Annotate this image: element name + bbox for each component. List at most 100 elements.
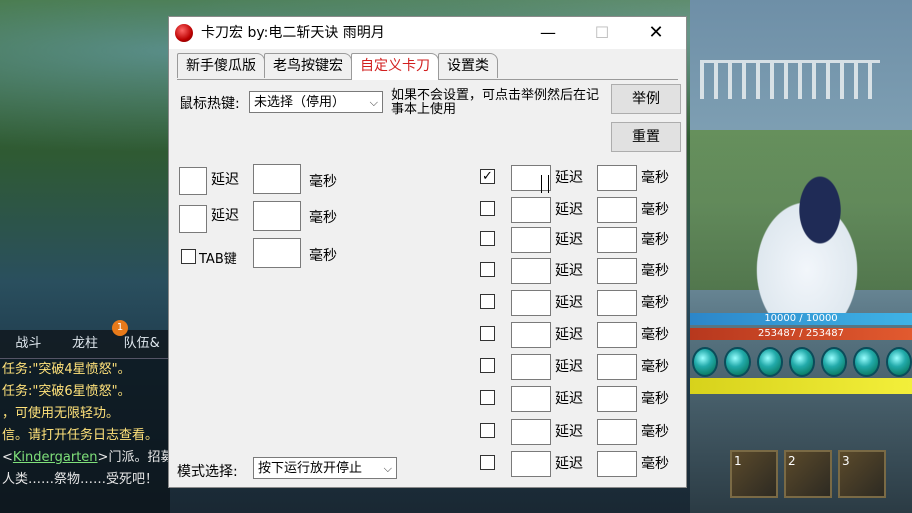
title-bar[interactable]: 卡刀宏 by:电二斩天诀 雨明月 — ☐ ✕ [169,17,686,49]
chevron-down-icon: ⌵ [383,462,392,475]
ms-label: 毫秒 [641,456,669,472]
ms-label: 毫秒 [309,174,337,190]
chat-line: 任务:"突破6星愤怒"。 [2,384,131,399]
chat-notification-badge: 1 [112,320,128,336]
maximize-button[interactable]: ☐ [579,17,625,49]
tab-strip: 新手傻瓜版 老鸟按键宏 自定义卡刀 设置类 [177,53,498,80]
tab-delay-input[interactable] [253,238,301,268]
chat-player-link[interactable]: Kindergarten [13,450,98,465]
row-checkbox[interactable] [480,390,495,405]
key-input[interactable] [179,167,207,195]
row-checkbox[interactable] [480,455,495,470]
game-hp-bar: 10000 / 10000 [690,313,912,325]
game-chat-panel: 战斗 龙柱 队伍& 任务:"突破4星愤怒"。 任务:"突破6星愤怒"。 ，可使用… [0,330,170,513]
game-skill-bar: 1 2 3 [690,450,912,513]
delay-input[interactable] [597,354,637,380]
ms-label: 毫秒 [641,232,669,248]
chat-line: <Kindergarten>门派。招募 [0,447,170,469]
key-input[interactable] [511,419,551,445]
delay-label: 延迟 [211,172,239,188]
ms-label: 毫秒 [641,263,669,279]
row-checkbox[interactable] [480,326,495,341]
key-input[interactable] [511,354,551,380]
tab-custom[interactable]: 自定义卡刀 [351,53,439,80]
row-checkbox[interactable]: ✓ [480,169,495,184]
chat-tab[interactable]: 龙柱 [57,330,114,358]
orb-icon [821,347,848,377]
delay-input[interactable] [597,258,637,284]
mode-label: 模式选择: [177,464,238,480]
key-input[interactable] [179,205,207,233]
delay-label: 延迟 [555,327,583,343]
chat-line: ，可使用无限轻功。 [2,406,120,421]
key-input[interactable] [511,227,551,253]
skill-slot[interactable]: 2 [784,450,832,498]
delay-label: 延迟 [555,170,583,186]
chat-line: 人类……祭物……受死吧！ [2,472,159,487]
row-checkbox[interactable] [480,262,495,277]
row-checkbox[interactable] [480,231,495,246]
ms-label: 毫秒 [641,391,669,407]
tab-veteran[interactable]: 老鸟按键宏 [264,53,352,78]
row-checkbox[interactable] [480,423,495,438]
key-input[interactable] [511,322,551,348]
delay-label: 延迟 [555,456,583,472]
row-checkbox[interactable] [480,358,495,373]
ms-label: 毫秒 [641,202,669,218]
chat-prefix: < [2,450,13,465]
delay-input[interactable] [253,201,301,231]
game-energy-bar [690,378,912,394]
key-input[interactable] [511,197,551,223]
delay-input[interactable] [597,386,637,412]
ms-label: 毫秒 [641,295,669,311]
ms-label: 毫秒 [309,210,337,226]
orb-icon [788,347,816,377]
reset-button[interactable]: 重置 [611,122,681,152]
key-input[interactable] [511,451,551,477]
tab-newbie[interactable]: 新手傻瓜版 [177,53,265,78]
example-button[interactable]: 举例 [611,84,681,114]
hotkey-label: 鼠标热键: [179,96,240,112]
row-checkbox[interactable] [480,294,495,309]
delay-input[interactable] [597,227,637,253]
delay-label: 延迟 [555,232,583,248]
delay-input[interactable] [253,164,301,194]
delay-label: 延迟 [555,202,583,218]
delay-input[interactable] [597,322,637,348]
skill-slot[interactable]: 3 [838,450,886,498]
chat-line: 信。请打开任务日志查看。 [2,428,159,443]
minimize-button[interactable]: — [525,17,571,49]
delay-input[interactable] [597,290,637,316]
delay-input[interactable] [597,165,637,191]
delay-label: 延迟 [555,424,583,440]
delay-input[interactable] [597,419,637,445]
mode-select[interactable]: 按下运行放开停止 ⌵ [253,457,397,479]
ms-label: 毫秒 [641,327,669,343]
delay-input[interactable] [597,197,637,223]
row-checkbox[interactable] [480,201,495,216]
delay-input[interactable] [597,451,637,477]
key-input[interactable] [511,258,551,284]
ms-label: 毫秒 [309,248,337,264]
skill-slot[interactable]: 1 [730,450,778,498]
tab-settings[interactable]: 设置类 [438,53,498,78]
orb-icon [724,347,751,377]
tab-key-checkbox[interactable] [181,249,196,264]
close-button[interactable]: ✕ [633,17,679,49]
key-input[interactable] [511,290,551,316]
app-icon [175,24,193,42]
mode-select-value: 按下运行放开停止 [258,461,363,476]
game-character [755,165,885,315]
ms-label: 毫秒 [641,359,669,375]
chevron-down-icon: ⌵ [369,96,378,109]
orb-icon [885,347,912,377]
key-input[interactable] [511,386,551,412]
hotkey-note: 如果不会设置，可点击举例然后在记事本上使用 [391,88,600,117]
tab-key-label: TAB键 [199,252,237,267]
macro-window: 卡刀宏 by:电二斩天诀 雨明月 — ☐ ✕ 新手傻瓜版 老鸟按键宏 自定义卡刀… [168,16,687,488]
delay-label: 延迟 [555,263,583,279]
hotkey-select-value: 未选择（停用） [254,95,346,110]
chat-tab[interactable]: 战斗 [0,330,57,358]
hotkey-select[interactable]: 未选择（停用） ⌵ [249,91,383,113]
delay-label: 延迟 [211,208,239,224]
